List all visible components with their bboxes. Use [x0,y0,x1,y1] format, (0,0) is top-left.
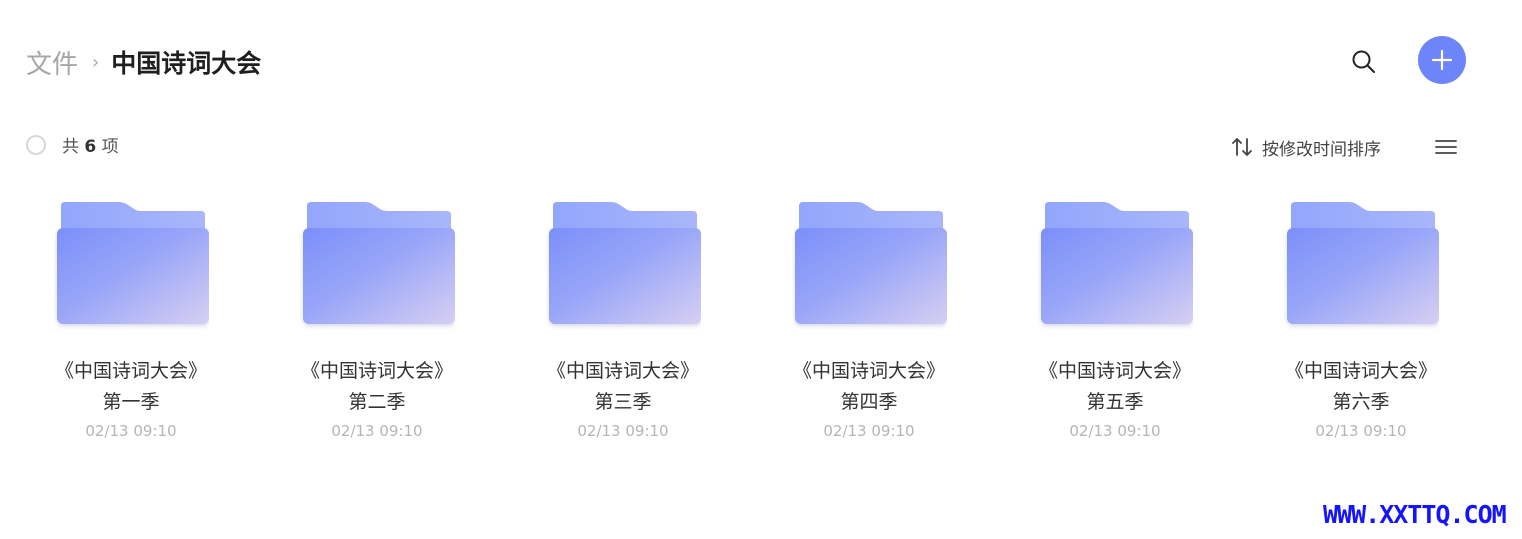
view-toggle-button[interactable] [1432,134,1460,160]
folder-modified-time: 02/13 09:10 [85,422,177,440]
folder-name: 《中国诗词大会》 第六季 [1285,356,1437,418]
sort-arrows-icon [1232,138,1252,156]
folder-name-line1: 《中国诗词大会》 [54,360,207,382]
folder-icon [549,202,701,324]
breadcrumb-root[interactable]: 文件 [26,44,78,81]
search-button[interactable] [1346,44,1382,80]
folder-name: 《中国诗词大会》 第五季 [1039,356,1191,418]
select-all-checkbox[interactable] [26,135,46,155]
folder-name-line2: 第二季 [348,391,406,413]
folder-item[interactable]: 《中国诗词大会》 第五季 02/13 09:10 [992,200,1238,440]
folder-name: 《中国诗词大会》 第一季 [55,356,207,418]
folder-name: 《中国诗词大会》 第三季 [547,356,699,418]
folder-name-line1: 《中国诗词大会》 [300,360,453,382]
folder-name-line2: 第三季 [594,391,652,413]
folder-item[interactable]: 《中国诗词大会》 第三季 02/13 09:10 [500,200,746,440]
count-value: 6 [84,137,97,157]
folder-name-line2: 第五季 [1086,391,1144,413]
folder-icon [1041,202,1193,324]
plus-icon [1431,49,1453,71]
sort-button[interactable]: 按修改时间排序 [1230,134,1381,160]
search-icon [1352,50,1375,73]
count-suffix: 项 [101,137,119,157]
folder-modified-time: 02/13 09:10 [1069,422,1161,440]
folder-item[interactable]: 《中国诗词大会》 第六季 02/13 09:10 [1238,200,1484,440]
folder-grid: 《中国诗词大会》 第一季 02/13 09:10 《中国诗词大会》 第二季 02… [8,200,1484,440]
folder-modified-time: 02/13 09:10 [331,422,423,440]
folder-modified-time: 02/13 09:10 [823,422,915,440]
folder-name-line2: 第四季 [840,391,898,413]
folder-name-line2: 第六季 [1332,391,1390,413]
folder-name-line1: 《中国诗词大会》 [1284,360,1437,382]
folder-icon [1287,202,1439,324]
folder-name-line1: 《中国诗词大会》 [546,360,699,382]
chevron-right-icon: › [92,51,100,73]
folder-name: 《中国诗词大会》 第四季 [793,356,945,418]
count-prefix: 共 [62,137,79,157]
folder-name-line1: 《中国诗词大会》 [792,360,945,382]
folder-modified-time: 02/13 09:10 [1315,422,1407,440]
folder-modified-time: 02/13 09:10 [577,422,669,440]
page-title: 中国诗词大会 [111,49,262,78]
item-count: 共 6 项 [62,136,119,158]
watermark: WWW.XXTTQ.COM [1323,500,1507,529]
breadcrumb: 文件 › 中国诗词大会 [26,40,261,84]
folder-item[interactable]: 《中国诗词大会》 第二季 02/13 09:10 [254,200,500,440]
folder-name-line2: 第一季 [102,391,160,413]
folder-icon [303,202,455,324]
folder-item[interactable]: 《中国诗词大会》 第四季 02/13 09:10 [746,200,992,440]
folder-name: 《中国诗词大会》 第二季 [301,356,453,418]
add-button[interactable] [1418,36,1466,84]
folder-item[interactable]: 《中国诗词大会》 第一季 02/13 09:10 [8,200,254,440]
folder-icon [795,202,947,324]
folder-icon [57,202,209,324]
folder-name-line1: 《中国诗词大会》 [1038,360,1191,382]
sort-label: 按修改时间排序 [1262,139,1381,160]
list-view-icon [1435,140,1457,154]
